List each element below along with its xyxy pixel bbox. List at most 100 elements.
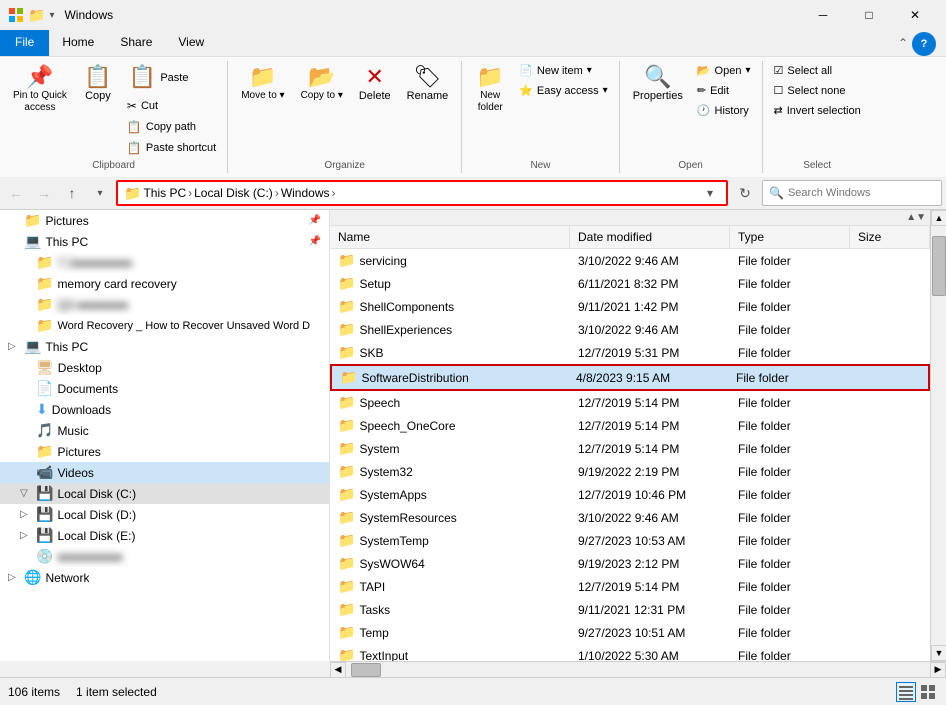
- table-row[interactable]: 📁 ShellExperiences 3/10/2022 9:46 AM Fil…: [330, 318, 930, 341]
- table-row[interactable]: 📁 System32 9/19/2022 2:19 PM File folder: [330, 460, 930, 483]
- scroll-thumb[interactable]: [932, 236, 946, 296]
- copy-to-button[interactable]: 📂 Copy to ▾: [294, 61, 350, 107]
- table-row[interactable]: 📁 TextInput 1/10/2022 5:30 AM File folde…: [330, 644, 930, 661]
- delete-button[interactable]: ✕ Delete: [352, 61, 398, 108]
- large-icons-view-button[interactable]: [918, 682, 938, 702]
- path-this-pc[interactable]: This PC: [143, 186, 186, 200]
- search-input[interactable]: [788, 187, 935, 199]
- tab-share[interactable]: Share: [107, 30, 165, 56]
- sidebar-item-memory-card[interactable]: 📁 memory card recovery: [0, 273, 329, 294]
- paste-shortcut-button[interactable]: 📋 Paste shortcut: [122, 138, 221, 158]
- path-local-disk[interactable]: Local Disk (C:): [194, 186, 273, 200]
- table-row[interactable]: 📁 Speech_OneCore 12/7/2019 5:14 PM File …: [330, 414, 930, 437]
- file-type-cell: File folder: [730, 509, 850, 527]
- table-row[interactable]: 📁 SystemTemp 9/27/2023 10:53 AM File fol…: [330, 529, 930, 552]
- table-row[interactable]: 📁 SystemApps 12/7/2019 10:46 PM File fol…: [330, 483, 930, 506]
- sidebar-item-q3[interactable]: 📁 Q3-●●●●●●●: [0, 294, 329, 315]
- sort-down-arrow[interactable]: ▼: [916, 212, 926, 223]
- close-button[interactable]: ✕: [892, 0, 938, 30]
- title-arrow: ▾: [49, 10, 54, 21]
- rename-button[interactable]: 🏷 Rename: [400, 61, 456, 108]
- invert-selection-button[interactable]: ⇄ Invert selection: [769, 101, 866, 120]
- col-header-date[interactable]: Date modified: [570, 226, 730, 248]
- table-row[interactable]: 📁 SKB 12/7/2019 5:31 PM File folder: [330, 341, 930, 364]
- table-row[interactable]: 📁 ShellComponents 9/11/2021 1:42 PM File…: [330, 295, 930, 318]
- sidebar-item-desktop[interactable]: 🖥 Desktop: [0, 357, 329, 378]
- sidebar-item-local-disk-d[interactable]: ▷ 💾 Local Disk (D:): [0, 504, 329, 525]
- file-list-body[interactable]: 📁 servicing 3/10/2022 9:46 AM File folde…: [330, 249, 930, 661]
- sidebar-item-music[interactable]: 🎵 Music: [0, 420, 329, 441]
- tab-home[interactable]: Home: [49, 30, 107, 56]
- help-button[interactable]: ?: [912, 32, 936, 56]
- sidebar-item-videos[interactable]: 📹 Videos: [0, 462, 329, 483]
- recent-locations-button[interactable]: ▾: [88, 181, 112, 205]
- select-none-button[interactable]: ☐ Select none: [769, 81, 866, 100]
- refresh-button[interactable]: ↻: [732, 180, 758, 206]
- table-row[interactable]: 📁 SystemResources 3/10/2022 9:46 AM File…: [330, 506, 930, 529]
- sidebar-item-documents[interactable]: 📄 Documents: [0, 378, 329, 399]
- horizontal-scrollbar[interactable]: ◀ ▶: [330, 661, 946, 677]
- sidebar-item-local-disk-c[interactable]: ▽ 💾 Local Disk (C:): [0, 483, 329, 504]
- cut-button[interactable]: ✂ Cut: [122, 96, 221, 116]
- h-scroll-right-button[interactable]: ▶: [930, 662, 946, 678]
- sidebar-item-downloads[interactable]: ⬇ Downloads: [0, 399, 329, 420]
- copy-path-button[interactable]: 📋 Copy path: [122, 117, 221, 137]
- vertical-scrollbar[interactable]: ▲ ▼: [930, 210, 946, 661]
- easy-access-button[interactable]: ⭐ Easy access ▾: [514, 81, 612, 100]
- h-scroll-left-button[interactable]: ◀: [330, 662, 346, 678]
- sidebar-item-network[interactable]: ▷ 🌐 Network: [0, 567, 329, 588]
- tab-file[interactable]: File: [0, 30, 49, 56]
- table-row[interactable]: 📁 Temp 9/27/2023 10:51 AM File folder: [330, 621, 930, 644]
- address-dropdown-button[interactable]: ▾: [700, 186, 720, 200]
- sidebar-item-this-pc-top[interactable]: 💻 This PC 📌: [0, 231, 329, 252]
- table-row[interactable]: 📁 SysWOW64 9/19/2023 2:12 PM File folder: [330, 552, 930, 575]
- file-type-cell: File folder: [730, 578, 850, 596]
- scroll-up-button[interactable]: ▲: [931, 210, 946, 226]
- details-view-button[interactable]: [896, 682, 916, 702]
- sort-arrows-row: ▲ ▼: [330, 210, 930, 226]
- sort-up-arrow[interactable]: ▲: [906, 212, 916, 223]
- open-button[interactable]: 📂 Open ▾: [692, 61, 756, 80]
- file-size-cell: [850, 447, 930, 451]
- table-row[interactable]: 📁 SoftwareDistribution 4/8/2023 9:15 AM …: [330, 364, 930, 391]
- ribbon-up-arrow[interactable]: ⌃: [898, 36, 908, 50]
- table-row[interactable]: 📁 Speech 12/7/2019 5:14 PM File folder: [330, 391, 930, 414]
- table-row[interactable]: 📁 Setup 6/11/2021 8:32 PM File folder: [330, 272, 930, 295]
- col-header-size[interactable]: Size: [850, 226, 930, 248]
- tab-view[interactable]: View: [165, 30, 217, 56]
- sidebar-item-pictures-quick[interactable]: 📁 Pictures 📌: [0, 210, 329, 231]
- properties-button[interactable]: 🔍 Properties: [626, 61, 690, 108]
- maximize-button[interactable]: □: [846, 0, 892, 30]
- paste-button[interactable]: 📋 Paste: [122, 61, 221, 95]
- sidebar-item-word-recovery[interactable]: 📁 Word Recovery _ How to Recover Unsaved…: [0, 315, 329, 336]
- address-box[interactable]: 📁 This PC › Local Disk (C:) › Windows › …: [116, 180, 728, 206]
- history-button[interactable]: 🕐 History: [692, 101, 756, 120]
- new-item-button[interactable]: 📄 New item ▾: [514, 61, 612, 80]
- h-scroll-thumb[interactable]: [351, 663, 381, 677]
- table-row[interactable]: 📁 servicing 3/10/2022 9:46 AM File folde…: [330, 249, 930, 272]
- open-icon: 📂: [697, 64, 711, 77]
- edit-button[interactable]: ✏ Edit: [692, 81, 756, 100]
- forward-button[interactable]: →: [32, 181, 56, 205]
- pin-to-quick-access-button[interactable]: 📌 Pin to Quick access: [6, 61, 74, 119]
- move-to-button[interactable]: 📁 Move to ▾: [234, 61, 291, 107]
- new-folder-button[interactable]: 📁 Newfolder: [468, 61, 512, 119]
- col-header-type[interactable]: Type: [730, 226, 850, 248]
- scroll-down-button[interactable]: ▼: [931, 645, 946, 661]
- select-all-button[interactable]: ☑ Select all: [769, 61, 866, 80]
- sidebar-item-blurred-drive[interactable]: 💿 ●●●●●●●●●: [0, 546, 329, 567]
- table-row[interactable]: 📁 System 12/7/2019 5:14 PM File folder: [330, 437, 930, 460]
- up-button[interactable]: ↑: [60, 181, 84, 205]
- sidebar-item-pictures-pc[interactable]: 📁 Pictures: [0, 441, 329, 462]
- back-button[interactable]: ←: [4, 181, 28, 205]
- table-row[interactable]: 📁 TAPI 12/7/2019 5:14 PM File folder: [330, 575, 930, 598]
- table-row[interactable]: 📁 Tasks 9/11/2021 12:31 PM File folder: [330, 598, 930, 621]
- minimize-button[interactable]: ─: [800, 0, 846, 30]
- search-box[interactable]: 🔍: [762, 180, 942, 206]
- path-windows[interactable]: Windows: [281, 186, 330, 200]
- sidebar-item-blurred-1[interactable]: 📁 7.2●●●●●●●●: [0, 252, 329, 273]
- copy-button[interactable]: 📋 Copy: [76, 61, 120, 108]
- sidebar-item-local-disk-e[interactable]: ▷ 💾 Local Disk (E:): [0, 525, 329, 546]
- sidebar-item-this-pc[interactable]: ▷ 💻 This PC: [0, 336, 329, 357]
- col-header-name[interactable]: Name: [330, 226, 570, 248]
